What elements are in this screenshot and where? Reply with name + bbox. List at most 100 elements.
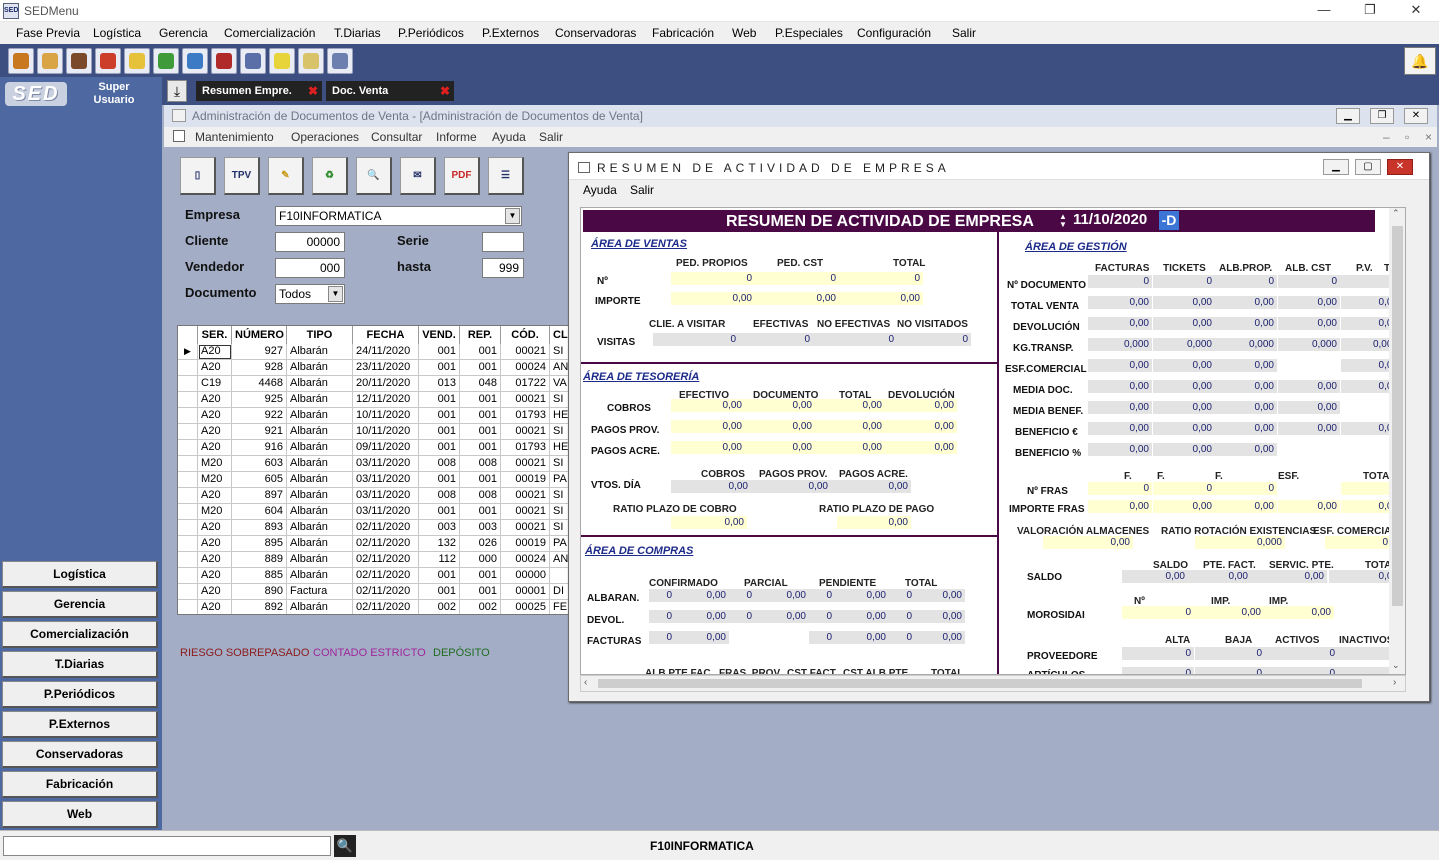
menu-logistica[interactable]: Logística bbox=[93, 26, 141, 40]
close-icon[interactable]: ✖ bbox=[308, 81, 318, 101]
menu-configuracion[interactable]: Configuración bbox=[857, 26, 931, 40]
table-row[interactable]: A20 921 Albarán 10/11/2020 001 001 00021 SI bbox=[178, 424, 568, 440]
table-row[interactable]: A20 922 Albarán 10/11/2020 001 001 01793 HE bbox=[178, 408, 568, 424]
adm-menu-mantenimiento[interactable]: Mantenimiento bbox=[195, 130, 274, 144]
edit-tool-icon[interactable] bbox=[298, 48, 324, 74]
vendedor-input[interactable]: 000 bbox=[275, 258, 345, 278]
factory-icon[interactable] bbox=[240, 48, 266, 74]
manager-icon[interactable] bbox=[66, 48, 92, 74]
hasta-input[interactable]: 999 bbox=[482, 258, 524, 278]
column-header[interactable]: CL bbox=[550, 326, 568, 344]
recycle-bin-icon[interactable]: ♻ bbox=[312, 157, 348, 195]
child-close-icon[interactable]: × bbox=[1425, 130, 1432, 144]
pdf-button[interactable]: PDF bbox=[444, 157, 480, 195]
adm-menu-consultar[interactable]: Consultar bbox=[371, 130, 422, 144]
nav-fabricacion-button[interactable]: Fabricación bbox=[2, 771, 158, 798]
table-row[interactable]: M20 603 Albarán 03/11/2020 008 008 00021 SI bbox=[178, 456, 568, 472]
menu-salir[interactable]: Salir bbox=[952, 26, 976, 40]
menu-comercializacion[interactable]: Comercialización bbox=[224, 26, 315, 40]
close-icon[interactable]: ✖ bbox=[440, 81, 450, 101]
tpv-button[interactable]: TPV bbox=[224, 157, 260, 195]
table-row[interactable]: ▶ A20 927 Albarán 24/11/2020 001 001 00021 SI bbox=[178, 344, 568, 360]
column-header[interactable]: TIPO bbox=[287, 326, 353, 344]
scroll-left-icon[interactable]: ‹ bbox=[584, 677, 587, 688]
adm-restore-button[interactable]: ❐ bbox=[1370, 108, 1394, 124]
search-magnifier-icon[interactable]: 🔍 bbox=[356, 157, 392, 195]
nav-pexternos-button[interactable]: P.Externos bbox=[2, 711, 158, 738]
column-header[interactable]: SER. bbox=[198, 326, 232, 344]
table-row[interactable]: C19 4468 Albarán 20/11/2020 013 048 01722 VA bbox=[178, 376, 568, 392]
column-header[interactable]: FECHA bbox=[353, 326, 419, 344]
vertical-scrollbar[interactable]: ⌃ ⌄ bbox=[1389, 208, 1405, 674]
chevron-down-icon[interactable]: ▼ bbox=[328, 286, 343, 302]
settings-icon[interactable] bbox=[327, 48, 353, 74]
download-arrow-icon[interactable]: ⤓ bbox=[167, 80, 187, 102]
resumen-date[interactable]: 11/10/2020 bbox=[1073, 211, 1147, 228]
column-header[interactable]: NÚMERO bbox=[232, 326, 287, 344]
menu-tdiarias[interactable]: T.Diarias bbox=[334, 26, 381, 40]
menu-fabricacion[interactable]: Fabricación bbox=[652, 26, 714, 40]
menu-pexternos[interactable]: P.Externos bbox=[482, 26, 539, 40]
menu-fase-previa[interactable]: Fase Previa bbox=[16, 26, 80, 40]
adm-minimize-button[interactable]: ▁ bbox=[1336, 108, 1360, 124]
date-spinner-icon[interactable]: ▲ ▼ bbox=[1057, 213, 1069, 229]
scroll-right-icon[interactable]: › bbox=[1393, 677, 1396, 688]
scroll-up-icon[interactable]: ⌃ bbox=[1392, 208, 1400, 219]
table-row[interactable]: M20 605 Albarán 03/11/2020 001 001 00019 PA bbox=[178, 472, 568, 488]
nav-comercializacion-button[interactable]: Comercialización bbox=[2, 621, 158, 648]
tab-doc-venta[interactable]: Doc. Venta ✖ bbox=[326, 81, 454, 101]
column-header[interactable]: VEND. bbox=[419, 326, 460, 344]
adm-menu-ayuda[interactable]: Ayuda bbox=[492, 130, 526, 144]
table-row[interactable]: A20 892 Albarán 02/11/2020 002 002 00025 FE bbox=[178, 600, 568, 614]
resumen-menu-salir[interactable]: Salir bbox=[630, 183, 654, 197]
nav-gerencia-button[interactable]: Gerencia bbox=[2, 591, 158, 618]
new-document-icon[interactable]: ▯ bbox=[180, 157, 216, 195]
adm-menu-operaciones[interactable]: Operaciones bbox=[291, 130, 359, 144]
resumen-close-button[interactable]: ✕ bbox=[1387, 159, 1413, 175]
adm-menu-salir[interactable]: Salir bbox=[539, 130, 563, 144]
menu-conservadoras[interactable]: Conservadoras bbox=[555, 26, 636, 40]
adm-close-button[interactable]: ✕ bbox=[1404, 108, 1428, 124]
search-input[interactable] bbox=[3, 836, 331, 856]
horizontal-scrollbar[interactable]: ‹ › bbox=[580, 675, 1406, 692]
menu-pperiodicos[interactable]: P.Periódicos bbox=[398, 26, 464, 40]
table-row[interactable]: A20 893 Albarán 02/11/2020 003 003 00021 SI bbox=[178, 520, 568, 536]
close-button[interactable]: ✕ bbox=[1393, 0, 1439, 22]
resumen-minimize-button[interactable]: ▁ bbox=[1323, 159, 1349, 175]
menu-pespeciales[interactable]: P.Especiales bbox=[775, 26, 843, 40]
email-icon[interactable]: ✉ bbox=[400, 157, 436, 195]
table-row[interactable]: A20 895 Albarán 02/11/2020 132 026 00019 PA bbox=[178, 536, 568, 552]
nav-web-button[interactable]: Web bbox=[2, 801, 158, 828]
notes-list-icon[interactable]: ☰ bbox=[488, 157, 524, 195]
book-icon[interactable] bbox=[211, 48, 237, 74]
truck-icon[interactable] bbox=[8, 48, 34, 74]
adm-menu-informe[interactable]: Informe bbox=[436, 130, 477, 144]
resumen-menu-ayuda[interactable]: Ayuda bbox=[583, 183, 617, 197]
table-row[interactable]: A20 928 Albarán 23/11/2020 001 001 00024 AN bbox=[178, 360, 568, 376]
table-row[interactable]: A20 890 Factura 02/11/2020 001 001 00001 DI bbox=[178, 584, 568, 600]
scroll-thumb[interactable] bbox=[1392, 226, 1403, 606]
boxes-icon[interactable] bbox=[37, 48, 63, 74]
bell-icon[interactable]: 🔔 bbox=[1404, 47, 1436, 75]
tab-resumen-empresa[interactable]: Resumen Empre. ✖ bbox=[196, 81, 322, 101]
maximize-button[interactable]: ❐ bbox=[1347, 0, 1393, 22]
table-row[interactable]: A20 889 Albarán 02/11/2020 112 000 00024 AN bbox=[178, 552, 568, 568]
menu-web[interactable]: Web bbox=[732, 26, 756, 40]
tickets-icon[interactable] bbox=[124, 48, 150, 74]
money-icon[interactable] bbox=[153, 48, 179, 74]
serie-input[interactable] bbox=[482, 232, 524, 252]
nav-tdiarias-button[interactable]: T.Diarias bbox=[2, 651, 158, 678]
column-header[interactable]: REP. bbox=[460, 326, 501, 344]
nav-logistica-button[interactable]: Logística bbox=[2, 561, 158, 588]
nav-conservadoras-button[interactable]: Conservadoras bbox=[2, 741, 158, 768]
empresa-select[interactable]: F10INFORMATICA ▼ bbox=[275, 206, 522, 226]
child-minimize-icon[interactable]: – bbox=[1383, 130, 1390, 144]
search-icon[interactable]: 🔍 bbox=[334, 835, 356, 857]
table-row[interactable]: A20 885 Albarán 02/11/2020 001 001 00000 bbox=[178, 568, 568, 584]
edit-pencil-icon[interactable]: ✎ bbox=[268, 157, 304, 195]
cliente-input[interactable]: 00000 bbox=[275, 232, 345, 252]
documento-select[interactable]: Todos ▼ bbox=[275, 284, 345, 304]
resumen-maximize-button[interactable]: ▢ bbox=[1355, 159, 1381, 175]
child-restore-icon[interactable]: ▫ bbox=[1405, 130, 1409, 144]
hscroll-thumb[interactable] bbox=[598, 679, 1362, 688]
